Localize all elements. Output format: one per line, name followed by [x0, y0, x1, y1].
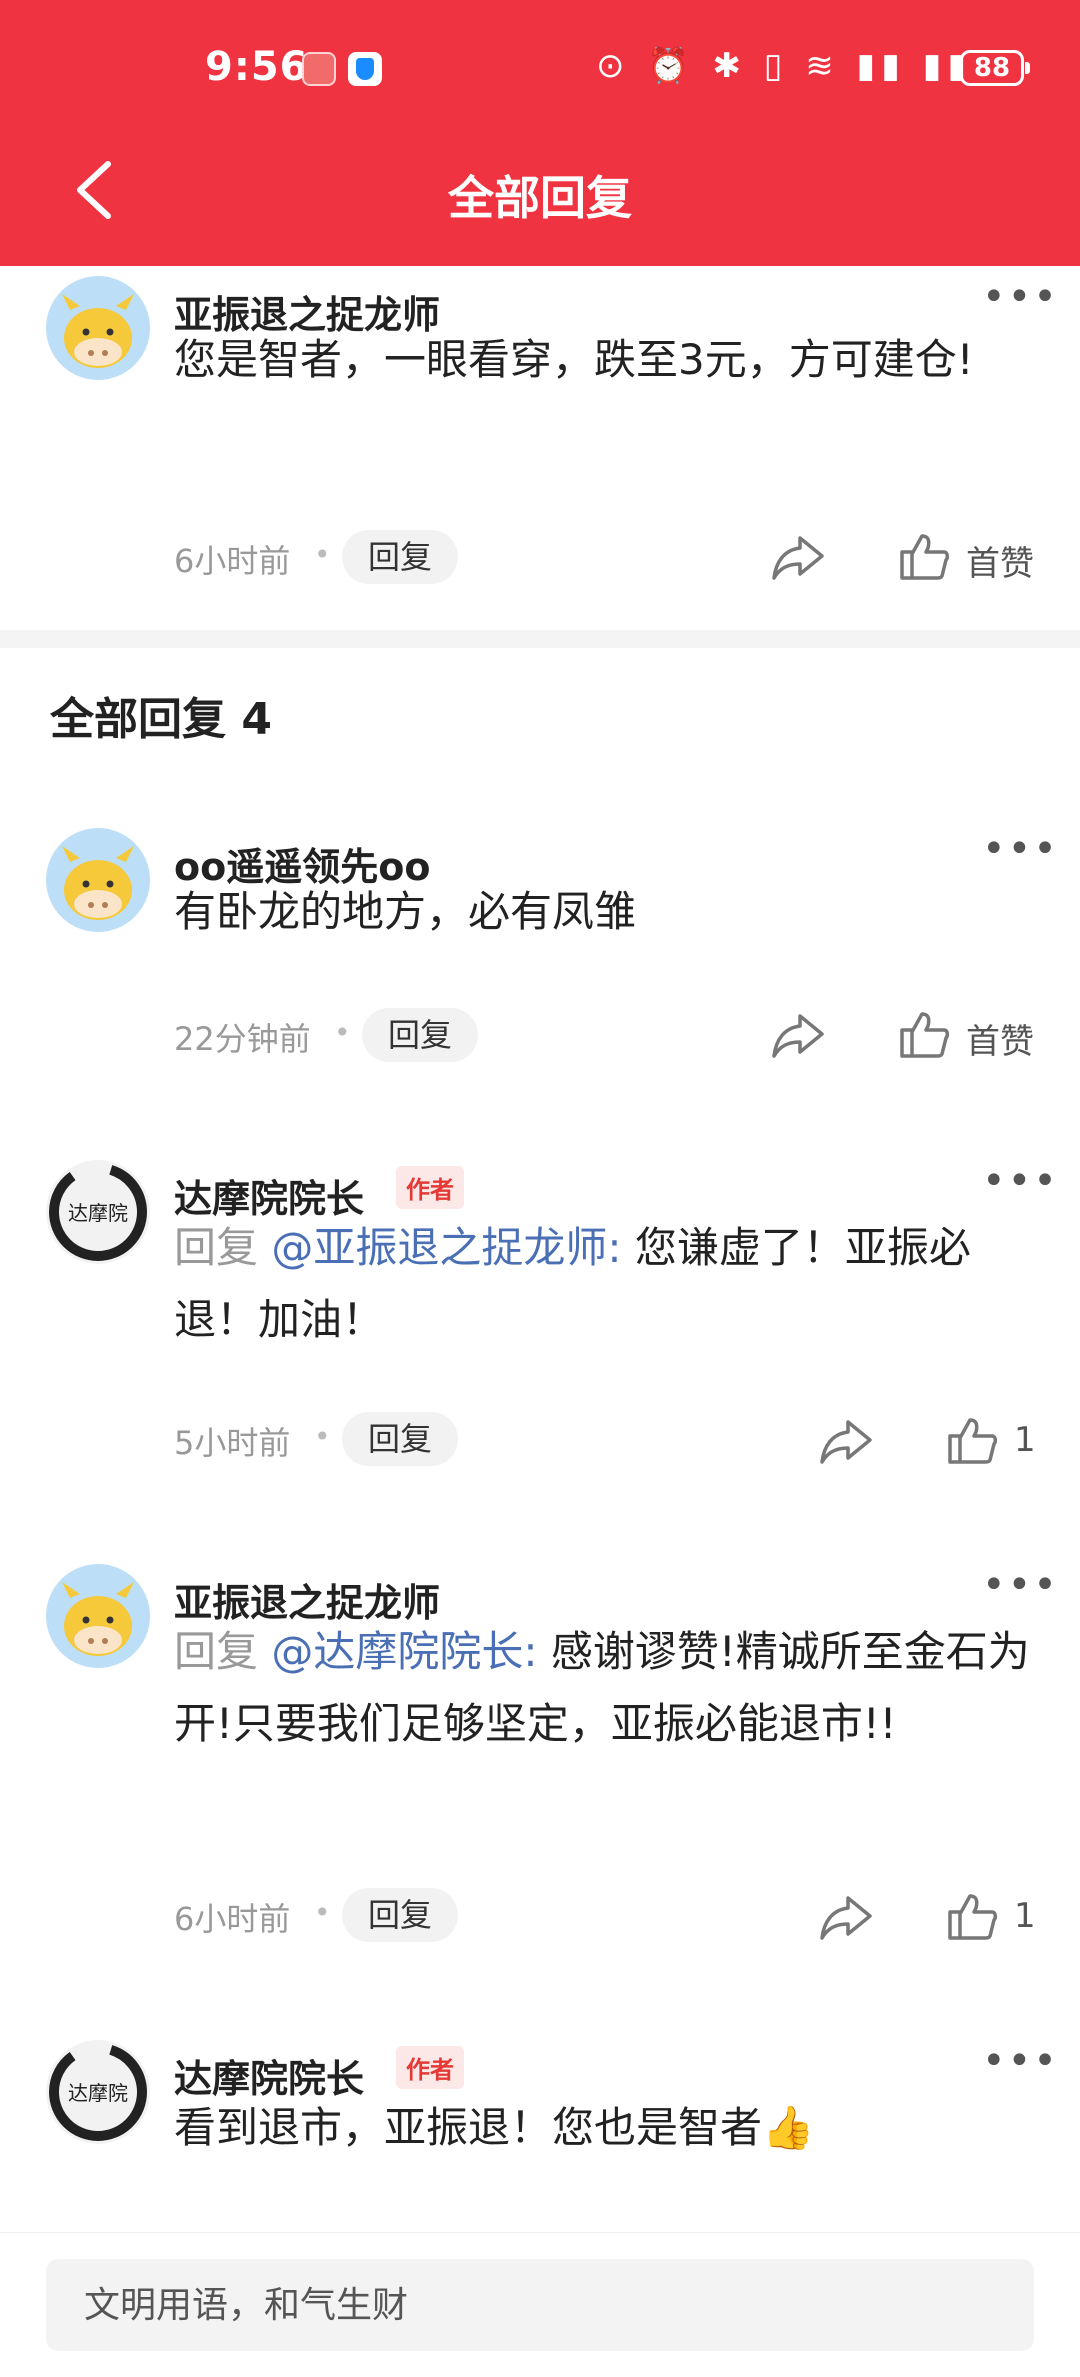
reply-button[interactable]: 回复 — [342, 1412, 459, 1466]
separator-dot: • — [314, 538, 331, 571]
bottom-input-bar: 文明用语，和气生财 — [0, 2232, 1080, 2377]
avatar[interactable] — [46, 828, 150, 932]
battery-icon: 88 — [960, 50, 1030, 86]
comment-time: 6小时前 — [174, 542, 291, 580]
cow-avatar-icon — [62, 1582, 134, 1656]
author-tag: 作者 — [396, 2046, 464, 2089]
author-tag: 作者 — [396, 1166, 464, 1209]
like-count: 1 — [1014, 1420, 1036, 1460]
comment-time: 5小时前 — [174, 1424, 291, 1462]
avatar[interactable] — [46, 1564, 150, 1668]
svg-text:达摩院: 达摩院 — [68, 1201, 128, 1225]
avatar[interactable] — [46, 276, 150, 380]
more-dots-icon[interactable]: ••• — [982, 1562, 1059, 1608]
reply-prefix: 回复 — [174, 1223, 272, 1272]
calligraphy-avatar-icon: 达摩院 — [49, 1163, 147, 1261]
share-arrow-icon[interactable] — [818, 1416, 874, 1466]
more-dots-icon[interactable]: ••• — [982, 2038, 1059, 2084]
more-dots-icon[interactable]: ••• — [982, 1158, 1059, 1204]
status-time: 9:56 — [205, 44, 309, 90]
cow-avatar-icon — [62, 294, 134, 368]
section-divider — [0, 630, 1080, 648]
avatar[interactable]: 达摩院 — [46, 2040, 150, 2144]
mention-link[interactable]: @亚振退之捉龙师: — [271, 1223, 621, 1272]
reply-prefix: 回复 — [174, 1627, 272, 1676]
main-comment: 亚振退之捉龙师 ••• 您是智者，一眼看穿，跌至3元，方可建仓! 6小时前 • … — [0, 266, 1080, 630]
status-bar: 9:56 ⊙ ⏰ ✱ ▯ ≋ ▮▮ ▮▮ 88 — [0, 40, 1080, 100]
like-label[interactable]: 首赞 — [966, 536, 1034, 585]
comment-input[interactable]: 文明用语，和气生财 — [46, 2259, 1034, 2351]
thumbs-up-icon[interactable] — [946, 1416, 998, 1466]
comment-time: 6小时前 — [174, 1900, 291, 1938]
mention-link[interactable]: @达摩院院长: — [271, 1627, 537, 1676]
share-arrow-icon[interactable] — [770, 1010, 826, 1060]
comment-text: 回复 @亚振退之捉龙师: 您谦虚了！亚振必退！加油！ — [174, 1212, 1034, 1356]
page-title: 全部回复 — [448, 171, 632, 225]
security-shield-icon — [348, 52, 382, 86]
reply-button[interactable]: 回复 — [342, 530, 459, 584]
notification-app-icon — [302, 52, 336, 86]
comment-time: 22分钟前 — [174, 1020, 311, 1058]
like-label[interactable]: 首赞 — [966, 1014, 1034, 1063]
share-arrow-icon[interactable] — [770, 532, 826, 582]
reply-button[interactable]: 回复 — [362, 1008, 479, 1062]
avatar[interactable]: 达摩院 — [46, 1160, 150, 1264]
thumbs-up-icon[interactable] — [898, 532, 950, 582]
more-dots-icon[interactable]: ••• — [982, 274, 1059, 320]
reply-button[interactable]: 回复 — [342, 1888, 459, 1942]
replies-section-title: 全部回复 4 — [50, 694, 272, 745]
comment-text: 您是智者，一眼看穿，跌至3元，方可建仓! — [174, 335, 974, 384]
thumbs-up-icon[interactable] — [946, 1892, 998, 1942]
thumbs-up-icon[interactable] — [898, 1010, 950, 1060]
comment-text: 有卧龙的地方，必有凤雏 — [174, 887, 637, 936]
cow-avatar-icon — [62, 846, 134, 920]
status-icons: ⊙ ⏰ ✱ ▯ ≋ ▮▮ ▮▮ — [596, 46, 973, 86]
share-arrow-icon[interactable] — [818, 1892, 874, 1942]
reply-item: oo遥遥领先oo ••• 有卧龙的地方，必有凤雏 22分钟前 • 回复 首赞 — [0, 814, 1080, 1114]
calligraphy-avatar-icon: 达摩院 — [49, 2043, 147, 2141]
more-dots-icon[interactable]: ••• — [982, 826, 1059, 872]
separator-dot: • — [314, 1420, 331, 1453]
comment-text: 看到退市，亚振退！您也是智者👍 — [174, 2103, 815, 2152]
reply-item: 达摩院 达摩院院长 作者 ••• 看到退市，亚振退！您也是智者👍 — [0, 2026, 1080, 2226]
svg-text:达摩院: 达摩院 — [68, 2081, 128, 2105]
like-count: 1 — [1014, 1896, 1036, 1936]
reply-item: 亚振退之捉龙师 ••• 回复 @达摩院院长: 感谢谬赞!精诚所至金石为开!只要我… — [0, 1550, 1080, 1990]
separator-dot: • — [334, 1016, 351, 1049]
top-app-bar: 9:56 ⊙ ⏰ ✱ ▯ ≋ ▮▮ ▮▮ 88 全部回复 — [0, 0, 1080, 266]
separator-dot: • — [314, 1896, 331, 1929]
reply-item: 达摩院 达摩院院长 作者 ••• 回复 @亚振退之捉龙师: 您谦虚了！亚振必退！… — [0, 1146, 1080, 1526]
comment-text: 回复 @达摩院院长: 感谢谬赞!精诚所至金石为开!只要我们足够坚定，亚振必能退市… — [174, 1616, 1034, 1760]
